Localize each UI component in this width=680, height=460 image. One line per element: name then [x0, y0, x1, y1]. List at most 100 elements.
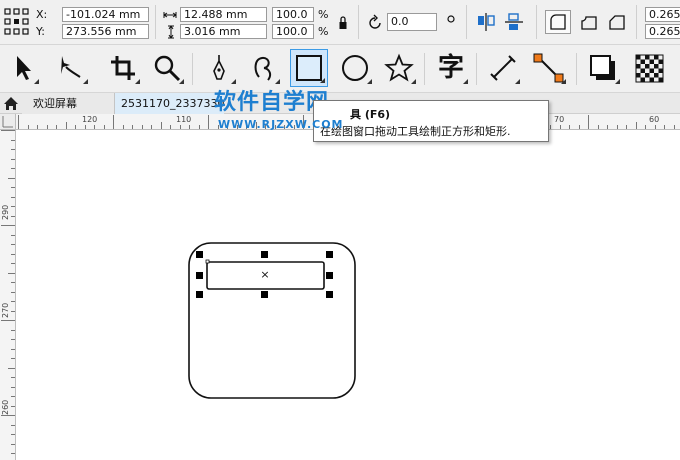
ruler-tick: [1, 415, 15, 416]
zoom-tool-button[interactable]: [148, 49, 186, 87]
percent-label: %: [318, 25, 329, 38]
lock-ratio-icon[interactable]: [338, 15, 348, 31]
ruler-tick: [11, 206, 15, 207]
ruler-corner[interactable]: [0, 114, 16, 130]
ruler-tick: [103, 125, 105, 129]
scale-width-field[interactable]: 100.0: [272, 7, 314, 22]
ellipse-icon: [342, 55, 368, 81]
ruler-tick: [8, 367, 15, 369]
crop-tool-button[interactable]: [104, 49, 142, 87]
text-zi-icon: 字: [437, 53, 464, 83]
separator: [424, 53, 425, 85]
ruler-tick: [11, 158, 15, 160]
y-label: Y:: [36, 25, 45, 38]
rounded-rectangle-shape[interactable]: [188, 242, 356, 399]
ellipse-tool-button[interactable]: [336, 49, 374, 87]
height-arrows-icon: [168, 25, 174, 39]
ruler-origin-icon: [2, 116, 13, 128]
mirror-horizontal-icon[interactable]: [476, 12, 496, 32]
vertical-ruler[interactable]: 290 270 260: [0, 130, 16, 460]
ruler-tick: [189, 125, 190, 129]
mirror-vertical-icon[interactable]: [504, 12, 524, 32]
drop-shadow-tool-button[interactable]: [584, 49, 622, 87]
scale-height-field[interactable]: 100.0: [272, 24, 314, 39]
ruler-tick: [11, 234, 15, 236]
tooltip-description: 在绘图窗口拖动工具绘制正方形和矩形.: [320, 125, 511, 138]
ruler-tick: [11, 291, 15, 293]
ruler-tick: [11, 253, 15, 255]
percent-label: %: [318, 8, 329, 21]
tab-welcome[interactable]: 欢迎屏幕: [22, 93, 114, 114]
ruler-tick: [654, 125, 656, 129]
ruler-tick: [11, 443, 15, 445]
round-corner-button[interactable]: [545, 10, 571, 34]
ruler-tick: [1, 130, 15, 131]
ruler-tick: [597, 125, 599, 129]
chamfer-corner-icon[interactable]: [606, 11, 628, 33]
selection-handle: [261, 251, 268, 258]
ruler-tick: [11, 215, 15, 217]
width-arrows-icon: [163, 12, 177, 18]
width-field[interactable]: 12.488 mm: [180, 7, 267, 22]
separator: [536, 5, 537, 39]
selection-handle: [196, 291, 203, 298]
ruler-tick: [8, 272, 15, 274]
dimension-tool-button[interactable]: [484, 49, 522, 87]
ruler-tick: [11, 149, 15, 150]
ruler-tick: [626, 125, 627, 129]
ruler-tick: [11, 139, 15, 141]
ruler-tick: [673, 125, 675, 129]
ruler-tick: [11, 263, 15, 264]
pen-nib-icon: [213, 55, 225, 80]
ruler-tick: [607, 125, 608, 129]
text-tool-button[interactable]: 字: [432, 49, 470, 87]
ruler-tick: [11, 339, 15, 340]
ruler-tick: [550, 125, 551, 129]
shape-tool-button[interactable]: [52, 49, 90, 87]
rotation-field[interactable]: 0.0: [387, 13, 437, 31]
ruler-tick: [664, 125, 665, 129]
connector-tool-button[interactable]: [530, 49, 568, 87]
ruler-tick: [11, 301, 15, 302]
ruler-tick: [11, 196, 15, 198]
home-icon[interactable]: [3, 96, 19, 111]
tab-welcome-label: 欢迎屏幕: [33, 97, 77, 110]
ruler-label: 110: [176, 115, 192, 124]
ruler-tick: [645, 125, 646, 129]
transparency-tool-button[interactable]: [630, 49, 668, 87]
ruler-tick: [569, 125, 570, 129]
rectangle-tool-button[interactable]: [290, 49, 328, 87]
watermark-url: WWW.RJZXW.COM: [218, 118, 344, 131]
magnifier-icon: [154, 55, 181, 82]
x-position-field[interactable]: -101.024 mm: [62, 7, 149, 22]
ruler-label: 120: [82, 115, 98, 124]
corner-radius-field[interactable]: 0.265: [645, 24, 680, 39]
ruler-tick: [27, 125, 29, 129]
drawing-canvas[interactable]: ×: [17, 131, 680, 460]
y-position-field[interactable]: 273.556 mm: [62, 24, 149, 39]
tab-document[interactable]: 2531170_23373302: [114, 93, 224, 114]
ruler-tick: [37, 125, 38, 129]
reference-point-icon[interactable]: [4, 8, 30, 36]
scallop-corner-icon[interactable]: [578, 11, 600, 33]
ruler-tick: [11, 329, 15, 331]
pen-tool-button[interactable]: [200, 49, 238, 87]
ruler-tick: [559, 125, 561, 129]
ruler-label: 70: [554, 115, 565, 124]
ruler-tick: [11, 377, 15, 378]
ruler-tick: [160, 122, 162, 129]
height-field[interactable]: 3.016 mm: [180, 24, 267, 39]
polygon-tool-button[interactable]: [380, 49, 418, 87]
selection-handle: [326, 291, 333, 298]
corner-radius-field[interactable]: 0.265: [645, 7, 680, 22]
crop-icon: [111, 56, 135, 80]
separator: [576, 53, 577, 85]
freehand-tool-button[interactable]: [244, 49, 282, 87]
curve-hook-icon: [254, 56, 272, 81]
ruler-tick: [616, 125, 618, 129]
rectangle-tool-tooltip: 具 (F6) 在绘图窗口拖动工具绘制正方形和矩形.: [313, 100, 549, 142]
star-icon: [384, 53, 414, 82]
pick-tool-button[interactable]: [3, 49, 41, 87]
selection-handle: [326, 251, 333, 258]
ruler-tick: [635, 122, 637, 129]
